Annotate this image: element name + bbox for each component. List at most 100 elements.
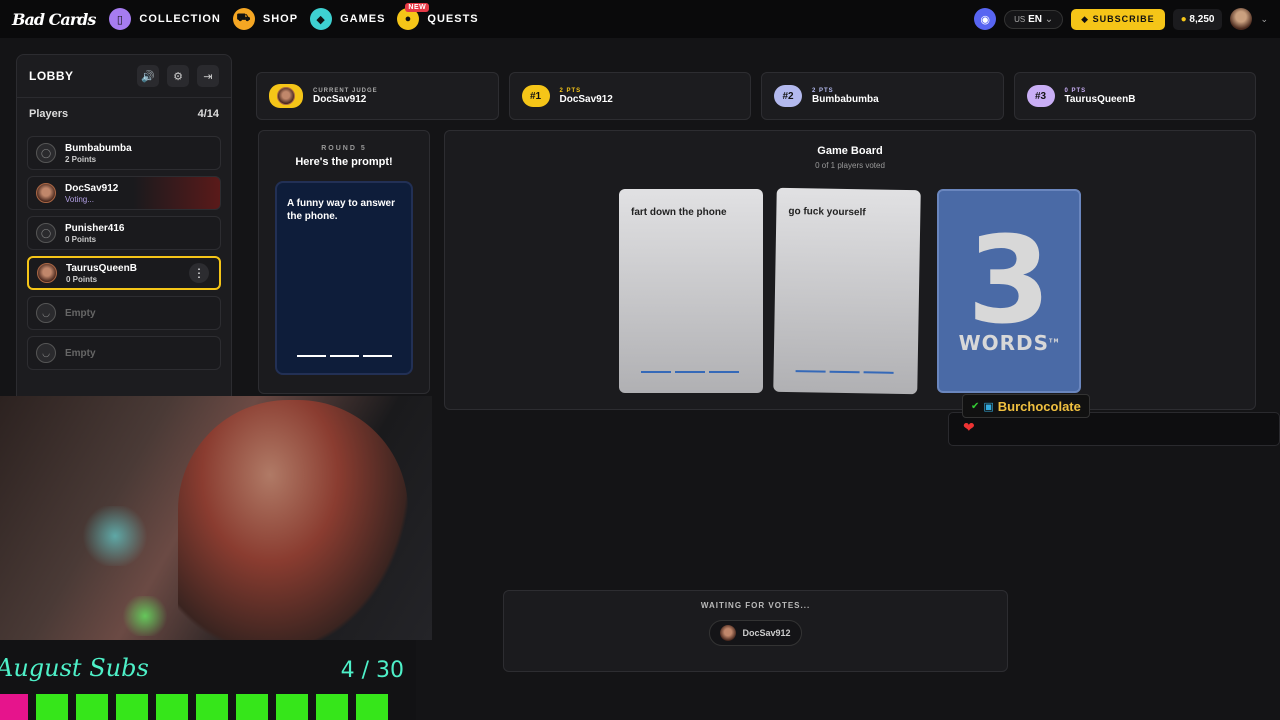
prompt-title: Here's the prompt!	[295, 156, 393, 168]
nav-collection-label: COLLECTION	[139, 13, 221, 25]
progress-segment	[356, 694, 388, 720]
rank-name: Bumbabumba	[812, 93, 879, 105]
progress-segment	[156, 694, 188, 720]
three-words-card[interactable]: 3 WORDSTM	[937, 189, 1081, 393]
sound-icon[interactable]: 🔊	[137, 65, 159, 87]
players-label: Players	[29, 108, 69, 120]
top-navbar: Bad Cards ▯ COLLECTION ⛟ SHOP ◆ GAMES ● …	[0, 0, 1280, 38]
empty-seat-icon: ◡	[36, 343, 56, 363]
players-header: Players 4/14	[17, 98, 231, 130]
rank-badge: #2	[774, 85, 802, 107]
webcam-light	[80, 506, 150, 566]
discord-icon[interactable]: ◉	[974, 8, 997, 30]
scoreboard: CURRENT JUDGE DocSav912 #1 2 PTS DocSav9…	[256, 72, 1256, 120]
lobby-title: LOBBY	[29, 69, 74, 83]
board-title: Game Board	[817, 145, 883, 157]
answer-text: fart down the phone	[631, 207, 727, 218]
subscribe-button[interactable]: ◆ SUBSCRIBE	[1071, 8, 1165, 30]
rank-card: #3 0 PTS TaurusQueenB	[1013, 72, 1256, 120]
nav-shop[interactable]: ⛟ SHOP	[232, 8, 299, 30]
player-points: 0 Points	[65, 234, 97, 244]
judge-name: DocSav912	[313, 93, 367, 105]
waiting-player-chip: DocSav912	[709, 620, 802, 646]
answer-card[interactable]: fart down the phone	[619, 189, 763, 393]
prompt-blanks	[297, 355, 392, 357]
words-label: WORDSTM	[959, 331, 1060, 355]
lobby-header: LOBBY 🔊 ⚙ ⇥	[17, 55, 231, 98]
subscribe-label: SUBSCRIBE	[1092, 13, 1155, 24]
nav-quests[interactable]: ● NEW QUESTS	[397, 3, 479, 30]
coin-balance[interactable]: ● 8,250	[1172, 8, 1223, 30]
user-icon: ◯	[36, 143, 56, 163]
empty-slot: ◡ Empty	[27, 296, 221, 330]
player-card-self[interactable]: TaurusQueenB 0 Points ⋮	[27, 256, 221, 290]
cart-icon: ⛟	[232, 8, 255, 30]
judge-card: CURRENT JUDGE DocSav912	[256, 72, 499, 120]
player-card[interactable]: ◯ Bumbabumba 2 Points	[27, 136, 221, 170]
player-points: 0 Points	[66, 274, 98, 284]
leave-icon[interactable]: ⇥	[197, 65, 219, 87]
new-badge: NEW	[405, 3, 430, 12]
answer-card[interactable]: go fuck yourself	[773, 187, 921, 395]
settings-icon[interactable]: ⚙	[167, 65, 189, 87]
trademark-mark: TM	[1049, 338, 1060, 345]
nav-shop-label: SHOP	[262, 13, 299, 25]
chevron-down-icon[interactable]: ⌄	[1260, 14, 1268, 25]
player-card[interactable]: ◯ Punisher416 0 Points	[27, 216, 221, 250]
rank-name: DocSav912	[559, 93, 613, 105]
nav-games-label: GAMES	[340, 13, 386, 25]
chat-username-tag: ✔ ▣ Burchocolate	[962, 394, 1090, 418]
empty-slot: ◡ Empty	[27, 336, 221, 370]
lobby-panel: LOBBY 🔊 ⚙ ⇥ Players 4/14 ◯ Bumbabumba 2 …	[16, 54, 232, 404]
player-name: Bumbabumba	[65, 142, 132, 154]
player-status: Voting...	[65, 194, 94, 204]
waiting-title: WAITING FOR VOTES...	[700, 601, 811, 610]
vote-status: 0 of 1 players voted	[815, 161, 885, 170]
progress-segment	[0, 694, 28, 720]
progress-segment	[196, 694, 228, 720]
progress-segment	[316, 694, 348, 720]
nav-games[interactable]: ◆ GAMES	[310, 8, 385, 30]
rank-badge: #1	[521, 85, 550, 107]
judge-label: CURRENT JUDGE	[313, 87, 378, 94]
more-options-icon[interactable]: ⋮	[189, 263, 209, 283]
prompt-panel: ROUND 5 Here's the prompt! A funny way t…	[258, 130, 430, 394]
prompt-card: A funny way to answer the phone.	[275, 181, 413, 375]
player-name: Punisher416	[65, 222, 125, 234]
empty-label: Empty	[65, 347, 96, 359]
coin-amount: 8,250	[1189, 13, 1215, 25]
avatar	[37, 263, 57, 283]
chat-text: ❤	[963, 419, 975, 435]
gamepad-icon: ◆	[310, 8, 333, 30]
player-card[interactable]: DocSav912 Voting...	[27, 176, 221, 210]
nav-quests-label: QUESTS	[427, 13, 479, 25]
empty-seat-icon: ◡	[36, 303, 56, 323]
user-icon: ◯	[36, 223, 56, 243]
cards-icon: ▯	[109, 8, 132, 30]
rank-name: TaurusQueenB	[1064, 93, 1136, 105]
chevron-down-icon: ⌄	[1044, 13, 1054, 25]
app-logo[interactable]: Bad Cards	[12, 10, 96, 29]
rank-badge: #3	[1026, 85, 1055, 107]
diamond-icon: ◆	[1081, 13, 1090, 24]
prompt-text: A funny way to answer the phone.	[287, 198, 395, 222]
nav-collection[interactable]: ▯ COLLECTION	[109, 8, 221, 30]
user-avatar[interactable]	[1230, 8, 1253, 30]
subs-goal-count: 4 / 30	[340, 658, 404, 683]
empty-label: Empty	[65, 307, 96, 319]
waiting-panel: WAITING FOR VOTES... DocSav912	[503, 590, 1008, 672]
player-name: DocSav912	[65, 182, 119, 194]
avatar	[36, 183, 56, 203]
three-icon: 3	[967, 212, 1051, 351]
card-blanks	[641, 371, 739, 373]
players-count: 4/14	[197, 108, 219, 120]
language-select[interactable]: US EN ⌄	[1004, 9, 1064, 29]
rank-card: #1 2 PTS DocSav912	[508, 72, 751, 120]
waiting-player-name: DocSav912	[742, 628, 791, 638]
region-label: US	[1014, 14, 1026, 24]
answer-text: go fuck yourself	[788, 205, 866, 219]
webcam-overlay	[0, 396, 432, 640]
progress-segment	[36, 694, 68, 720]
round-label: ROUND 5	[321, 145, 367, 152]
coin-icon: ●	[1180, 13, 1187, 25]
